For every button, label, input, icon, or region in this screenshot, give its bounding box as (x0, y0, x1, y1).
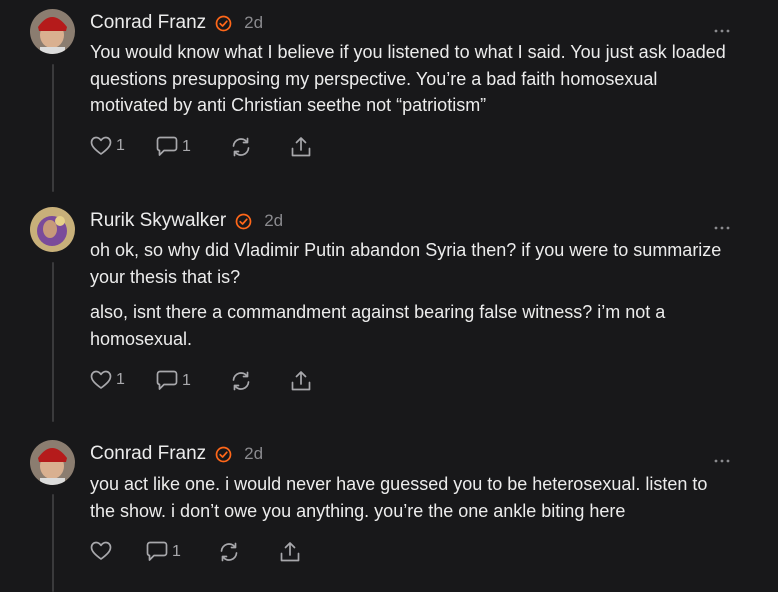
more-dots-icon[interactable] (714, 217, 730, 230)
heart-icon (90, 541, 112, 561)
verified-badge-icon (215, 446, 232, 463)
restack-button[interactable] (218, 541, 240, 563)
avatar[interactable] (30, 207, 75, 252)
more-dots-icon[interactable] (714, 20, 730, 33)
avatar[interactable] (30, 9, 75, 54)
comment-paragraph: oh ok, so why did Vladimir Putin abandon… (90, 240, 722, 287)
restack-button[interactable] (230, 370, 252, 392)
reply-count: 1 (172, 542, 181, 560)
like-button[interactable]: 1 (90, 136, 125, 156)
share-button[interactable] (279, 541, 301, 563)
reply-count: 1 (182, 137, 191, 155)
timestamp[interactable]: 2d (264, 211, 283, 231)
comment-bubble-icon (156, 370, 178, 391)
author-name[interactable]: Rurik Skywalker (90, 210, 226, 232)
author-name[interactable]: Conrad Franz (90, 12, 206, 34)
restack-icon (230, 370, 252, 392)
restack-icon (218, 541, 240, 563)
restack-icon (230, 136, 252, 158)
reply-button[interactable]: 1 (146, 541, 181, 562)
timestamp[interactable]: 2d (244, 13, 263, 33)
verified-badge-icon (215, 15, 232, 32)
share-button[interactable] (290, 370, 312, 392)
thread-line (52, 262, 54, 422)
more-dots-icon[interactable] (714, 450, 730, 463)
comment-paragraph: You would know what I believe if you lis… (90, 42, 726, 115)
reply-button[interactable]: 1 (156, 136, 191, 157)
comment-bubble-icon (156, 136, 178, 157)
timestamp[interactable]: 2d (244, 444, 263, 464)
share-icon (290, 136, 312, 158)
comment-bubble-icon (146, 541, 168, 562)
comment-body: you act like one. i would never have gue… (90, 471, 730, 524)
like-button[interactable] (90, 541, 116, 561)
like-count: 1 (116, 137, 125, 154)
heart-icon (90, 370, 112, 390)
heart-icon (90, 136, 112, 156)
author-name[interactable]: Conrad Franz (90, 443, 206, 465)
restack-button[interactable] (230, 136, 252, 158)
share-button[interactable] (290, 136, 312, 158)
share-icon (279, 541, 301, 563)
comment-body: oh ok, so why did Vladimir Putin abandon… (90, 237, 730, 352)
reply-button[interactable]: 1 (156, 370, 191, 391)
comment-paragraph: you act like one. i would never have gue… (90, 474, 708, 521)
comment-paragraph: also, isnt there a commandment against b… (90, 302, 666, 349)
avatar[interactable] (30, 440, 75, 485)
thread-line (52, 494, 54, 592)
comment-body: You would know what I believe if you lis… (90, 39, 730, 119)
like-button[interactable]: 1 (90, 370, 125, 390)
reply-count: 1 (182, 371, 191, 389)
verified-badge-icon (235, 213, 252, 230)
share-icon (290, 370, 312, 392)
like-count: 1 (116, 371, 125, 388)
thread-line (52, 64, 54, 192)
